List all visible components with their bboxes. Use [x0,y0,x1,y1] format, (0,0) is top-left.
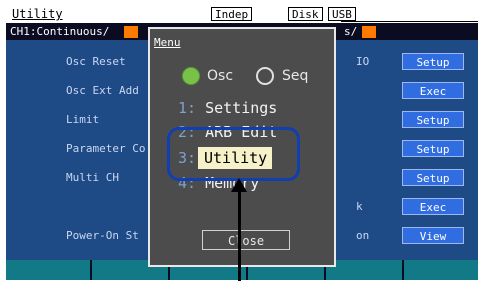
usb-indicator: USB [328,7,356,21]
row-label-osc-reset: Osc Reset [66,55,126,68]
limit-setup-button[interactable]: Setup [402,111,464,128]
row-label-power-on: Power-On St [66,229,139,242]
parameter-copy-setup-button[interactable]: Setup [402,140,464,157]
row-label-multi-ch: Multi CH [66,171,119,184]
disk-indicator: Disk [288,7,323,21]
row-label-limit: Limit [66,113,100,126]
menu-item-settings[interactable]: 1: Settings [178,99,277,117]
softkey-divider [90,260,92,280]
menu-item-label: Settings [205,99,278,117]
channel-color-swatch [124,26,138,38]
screen-title: Utility [12,7,63,21]
row-right-label-k: k [356,200,363,213]
row-label-parameter-copy: Parameter Co [66,142,146,155]
row-right-label-on: on [356,229,370,242]
power-on-view-button[interactable]: View [402,227,464,244]
close-button[interactable]: Close [202,230,290,250]
row-right-label-io: IO [356,55,370,68]
menu-title: Menu [154,36,181,49]
multi-ch-setup-button[interactable]: Setup [402,169,464,186]
osc-radio-selected[interactable] [182,67,200,85]
highlight-callout-ring [167,127,300,181]
seq-radio-label: Seq [282,68,309,84]
screen: Utility Indep Disk USB CH1:Continuous/ s… [0,0,484,283]
pointer-arrow-shaft [238,182,241,281]
top-divider [341,21,478,22]
channel-status-right: s/ [344,25,358,38]
menu-item-number: 1: [178,99,197,117]
osc-ext-add-exec-button[interactable]: Exec [402,82,464,99]
seq-radio[interactable] [256,67,274,85]
softkey-divider [402,260,404,280]
lock-exec-button[interactable]: Exec [402,198,464,215]
channel-status: CH1:Continuous/ [10,25,110,38]
top-status-bar: Utility Indep Disk USB [6,6,478,22]
osc-radio-label: Osc [207,68,234,84]
channel-color-swatch-right [362,26,376,38]
osc-reset-setup-button[interactable]: Setup [402,53,464,70]
indep-indicator: Indep [211,7,253,21]
row-label-osc-ext-add: Osc Ext Add [66,84,139,97]
